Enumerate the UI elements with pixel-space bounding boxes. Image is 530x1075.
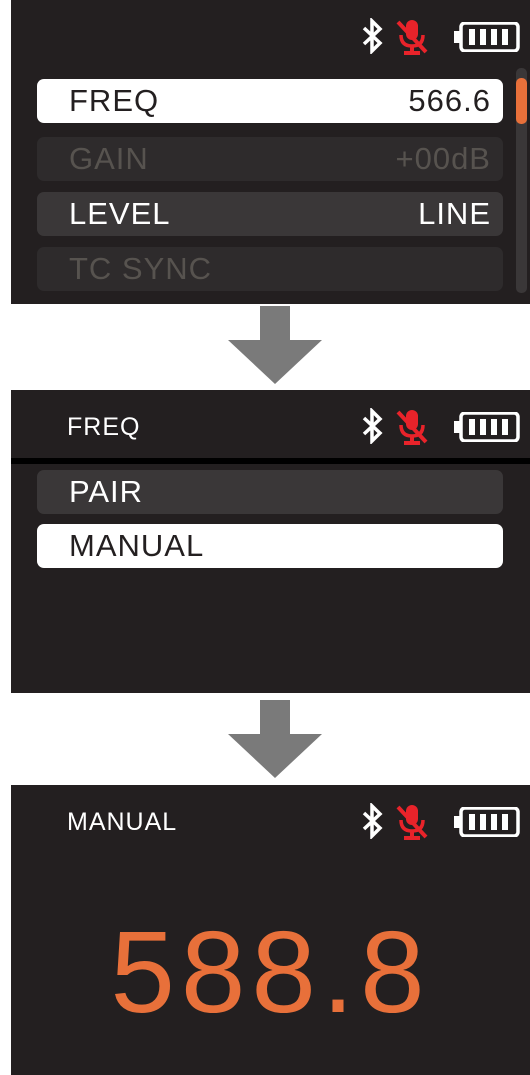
main-menu-screen: FREQ 566.6 GAIN +00dB LEVEL LINE TC SYNC: [11, 0, 530, 304]
option-pair[interactable]: PAIR: [37, 470, 503, 514]
menu-item-label: GAIN: [69, 141, 149, 176]
screen-title: FREQ: [67, 413, 141, 441]
menu-scrollbar[interactable]: [516, 68, 527, 293]
freq-submenu-screen: FREQ PAIR MANUAL: [11, 390, 530, 693]
frequency-value[interactable]: 588.8: [11, 905, 530, 1039]
option-manual[interactable]: MANUAL: [37, 524, 503, 568]
manual-frequency-screen: MANUAL 588.8: [11, 785, 530, 1075]
bluetooth-icon: [362, 408, 383, 444]
header-divider: [11, 458, 530, 464]
microphone-muted-icon: [396, 20, 428, 55]
battery-full-icon: [454, 807, 520, 837]
status-bar: [330, 803, 530, 843]
bluetooth-icon: [362, 803, 383, 839]
menu-item-value: 566.6: [408, 83, 491, 118]
screen-title: MANUAL: [67, 808, 178, 836]
status-bar: [330, 18, 530, 58]
arrow-down-icon: [228, 700, 322, 778]
menu-item-label: TC SYNC: [69, 251, 213, 286]
scrollbar-thumb[interactable]: [516, 78, 527, 124]
menu-item-value: +00dB: [395, 141, 491, 176]
menu-item-label: FREQ: [69, 83, 160, 118]
microphone-muted-icon: [396, 410, 428, 445]
menu-item-tc-sync[interactable]: TC SYNC: [37, 247, 503, 291]
microphone-muted-icon: [396, 805, 428, 840]
bluetooth-icon: [362, 18, 383, 54]
menu-item-freq[interactable]: FREQ 566.6: [37, 79, 503, 123]
menu-item-value: LINE: [418, 196, 491, 231]
arrow-down-icon: [228, 306, 322, 384]
battery-full-icon: [454, 412, 520, 442]
menu-item-level[interactable]: LEVEL LINE: [37, 192, 503, 236]
option-label: PAIR: [69, 474, 144, 509]
menu-item-gain[interactable]: GAIN +00dB: [37, 137, 503, 181]
battery-full-icon: [454, 22, 520, 52]
status-bar: [330, 408, 530, 448]
menu-item-label: LEVEL: [69, 196, 171, 231]
option-label: MANUAL: [69, 528, 205, 563]
